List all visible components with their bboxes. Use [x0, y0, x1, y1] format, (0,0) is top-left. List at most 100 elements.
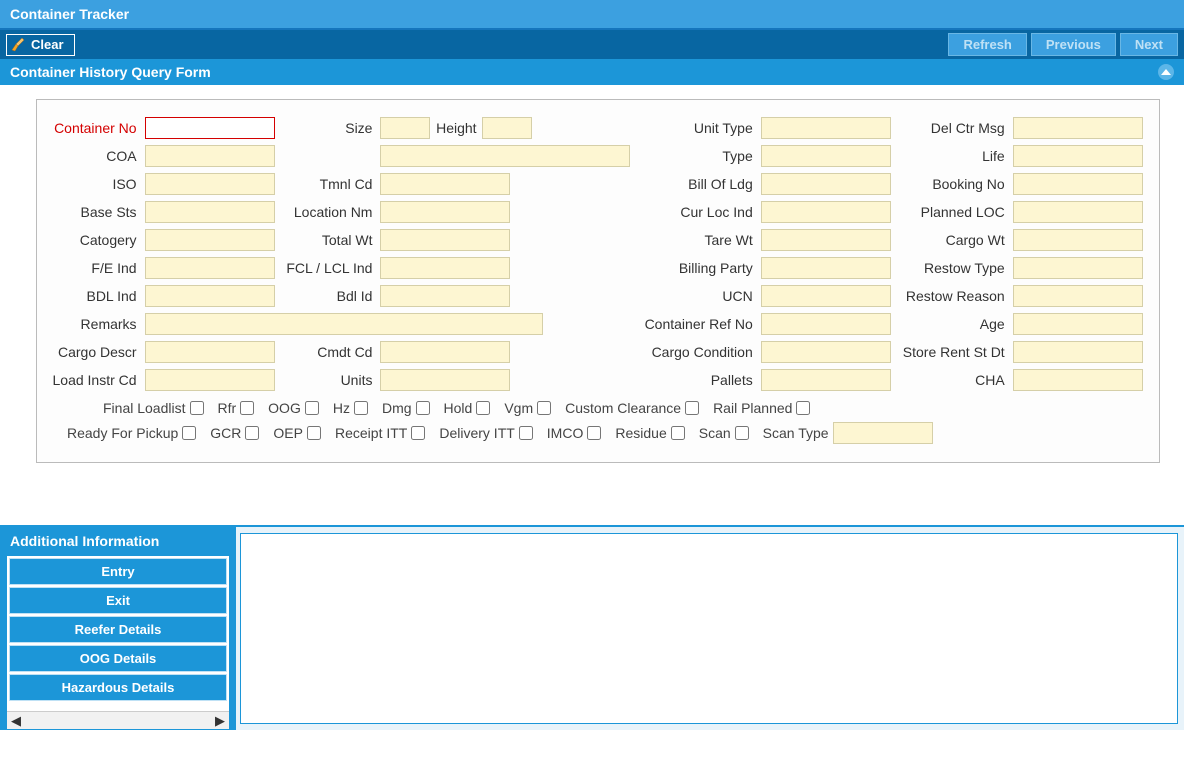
location-nm-field[interactable]	[380, 201, 510, 223]
residue-checkbox[interactable]	[671, 426, 685, 440]
base-sts-field[interactable]	[145, 201, 275, 223]
collapse-icon[interactable]	[1158, 64, 1174, 80]
ready-for-pickup-checkbox[interactable]	[182, 426, 196, 440]
store-rent-st-dt-label: Store Rent St Dt	[897, 338, 1009, 366]
clear-button[interactable]: Clear	[6, 34, 75, 56]
custom-clearance-checkbox[interactable]	[685, 401, 699, 415]
vgm-checkbox[interactable]	[537, 401, 551, 415]
coa-wide-field[interactable]	[380, 145, 630, 167]
sidebar-item-hazardous[interactable]: Hazardous Details	[9, 674, 227, 701]
next-button[interactable]: Next	[1120, 33, 1178, 56]
age-field[interactable]	[1013, 313, 1143, 335]
billing-party-label: Billing Party	[639, 254, 757, 282]
fe-ind-field[interactable]	[145, 257, 275, 279]
size-label: Size	[281, 114, 377, 142]
side-horizontal-scrollbar[interactable]: ◀ ▶	[7, 711, 229, 729]
previous-button[interactable]: Previous	[1031, 33, 1116, 56]
checkbox-row-1: Final Loadlist Rfr OOG Hz Dmg Hold Vgm C…	[47, 394, 1149, 416]
dmg-checkbox[interactable]	[416, 401, 430, 415]
booking-no-label: Booking No	[897, 170, 1009, 198]
load-instr-cd-label: Load Instr Cd	[47, 366, 141, 394]
container-ref-no-field[interactable]	[761, 313, 891, 335]
delivery-itt-checkbox[interactable]	[519, 426, 533, 440]
unit-type-field[interactable]	[761, 117, 891, 139]
imco-label: IMCO	[547, 425, 584, 441]
scroll-left-icon[interactable]: ◀	[9, 714, 23, 728]
scan-checkbox[interactable]	[735, 426, 749, 440]
sidebar-item-exit[interactable]: Exit	[9, 587, 227, 614]
scan-type-label: Scan Type	[763, 425, 829, 441]
fcl-lcl-ind-label: FCL / LCL Ind	[281, 254, 377, 282]
sidebar-item-reefer[interactable]: Reefer Details	[9, 616, 227, 643]
main-scroll-area[interactable]: Container No Size Height Unit Type Del C…	[0, 85, 1184, 525]
oep-checkbox[interactable]	[307, 426, 321, 440]
rail-planned-checkbox[interactable]	[796, 401, 810, 415]
tmnl-cd-field[interactable]	[380, 173, 510, 195]
units-field[interactable]	[380, 369, 510, 391]
sidebar-item-oog[interactable]: OOG Details	[9, 645, 227, 672]
hold-checkbox[interactable]	[476, 401, 490, 415]
ucn-field[interactable]	[761, 285, 891, 307]
rfr-checkbox[interactable]	[240, 401, 254, 415]
container-no-field[interactable]	[145, 117, 275, 139]
cargo-wt-label: Cargo Wt	[897, 226, 1009, 254]
billing-party-field[interactable]	[761, 257, 891, 279]
bill-of-ldg-field[interactable]	[761, 173, 891, 195]
catogery-label: Catogery	[47, 226, 141, 254]
rfr-label: Rfr	[218, 400, 237, 416]
sidebar-item-entry[interactable]: Entry	[9, 558, 227, 585]
tare-wt-field[interactable]	[761, 229, 891, 251]
bottom-split: Additional Information Entry Exit Reefer…	[0, 525, 1184, 730]
planned-loc-label: Planned LOC	[897, 198, 1009, 226]
final-loadlist-checkbox[interactable]	[190, 401, 204, 415]
pallets-field[interactable]	[761, 369, 891, 391]
coa-field[interactable]	[145, 145, 275, 167]
oog-checkbox[interactable]	[305, 401, 319, 415]
hz-checkbox[interactable]	[354, 401, 368, 415]
gcr-checkbox[interactable]	[245, 426, 259, 440]
delivery-itt-label: Delivery ITT	[439, 425, 514, 441]
imco-checkbox[interactable]	[587, 426, 601, 440]
page-title: Container Tracker	[0, 0, 1184, 30]
restow-type-field[interactable]	[1013, 257, 1143, 279]
bdl-ind-field[interactable]	[145, 285, 275, 307]
refresh-button[interactable]: Refresh	[948, 33, 1026, 56]
life-label: Life	[897, 142, 1009, 170]
planned-loc-field[interactable]	[1013, 201, 1143, 223]
iso-label: ISO	[47, 170, 141, 198]
tare-wt-label: Tare Wt	[639, 226, 757, 254]
cargo-descr-field[interactable]	[145, 341, 275, 363]
form-panel: Container No Size Height Unit Type Del C…	[36, 99, 1160, 463]
catogery-field[interactable]	[145, 229, 275, 251]
section-header: Container History Query Form	[0, 59, 1184, 85]
load-instr-cd-field[interactable]	[145, 369, 275, 391]
residue-label: Residue	[615, 425, 666, 441]
scan-type-field[interactable]	[833, 422, 933, 444]
iso-field[interactable]	[145, 173, 275, 195]
cargo-wt-field[interactable]	[1013, 229, 1143, 251]
cmdt-cd-field[interactable]	[380, 341, 510, 363]
location-nm-label: Location Nm	[281, 198, 377, 226]
final-loadlist-label: Final Loadlist	[103, 400, 186, 416]
booking-no-field[interactable]	[1013, 173, 1143, 195]
size-field[interactable]	[380, 117, 430, 139]
fcl-lcl-ind-field[interactable]	[380, 257, 510, 279]
del-ctr-msg-field[interactable]	[1013, 117, 1143, 139]
section-title: Container History Query Form	[10, 64, 211, 80]
custom-clearance-label: Custom Clearance	[565, 400, 681, 416]
restow-reason-field[interactable]	[1013, 285, 1143, 307]
hz-label: Hz	[333, 400, 350, 416]
life-field[interactable]	[1013, 145, 1143, 167]
remarks-field[interactable]	[145, 313, 543, 335]
scroll-right-icon[interactable]: ▶	[213, 714, 227, 728]
cur-loc-ind-field[interactable]	[761, 201, 891, 223]
receipt-itt-checkbox[interactable]	[411, 426, 425, 440]
cha-field[interactable]	[1013, 369, 1143, 391]
side-list[interactable]: Entry Exit Reefer Details OOG Details Ha…	[7, 556, 229, 711]
total-wt-field[interactable]	[380, 229, 510, 251]
height-field[interactable]	[482, 117, 532, 139]
cargo-condition-field[interactable]	[761, 341, 891, 363]
bdl-id-field[interactable]	[380, 285, 510, 307]
type-field[interactable]	[761, 145, 891, 167]
store-rent-st-dt-field[interactable]	[1013, 341, 1143, 363]
